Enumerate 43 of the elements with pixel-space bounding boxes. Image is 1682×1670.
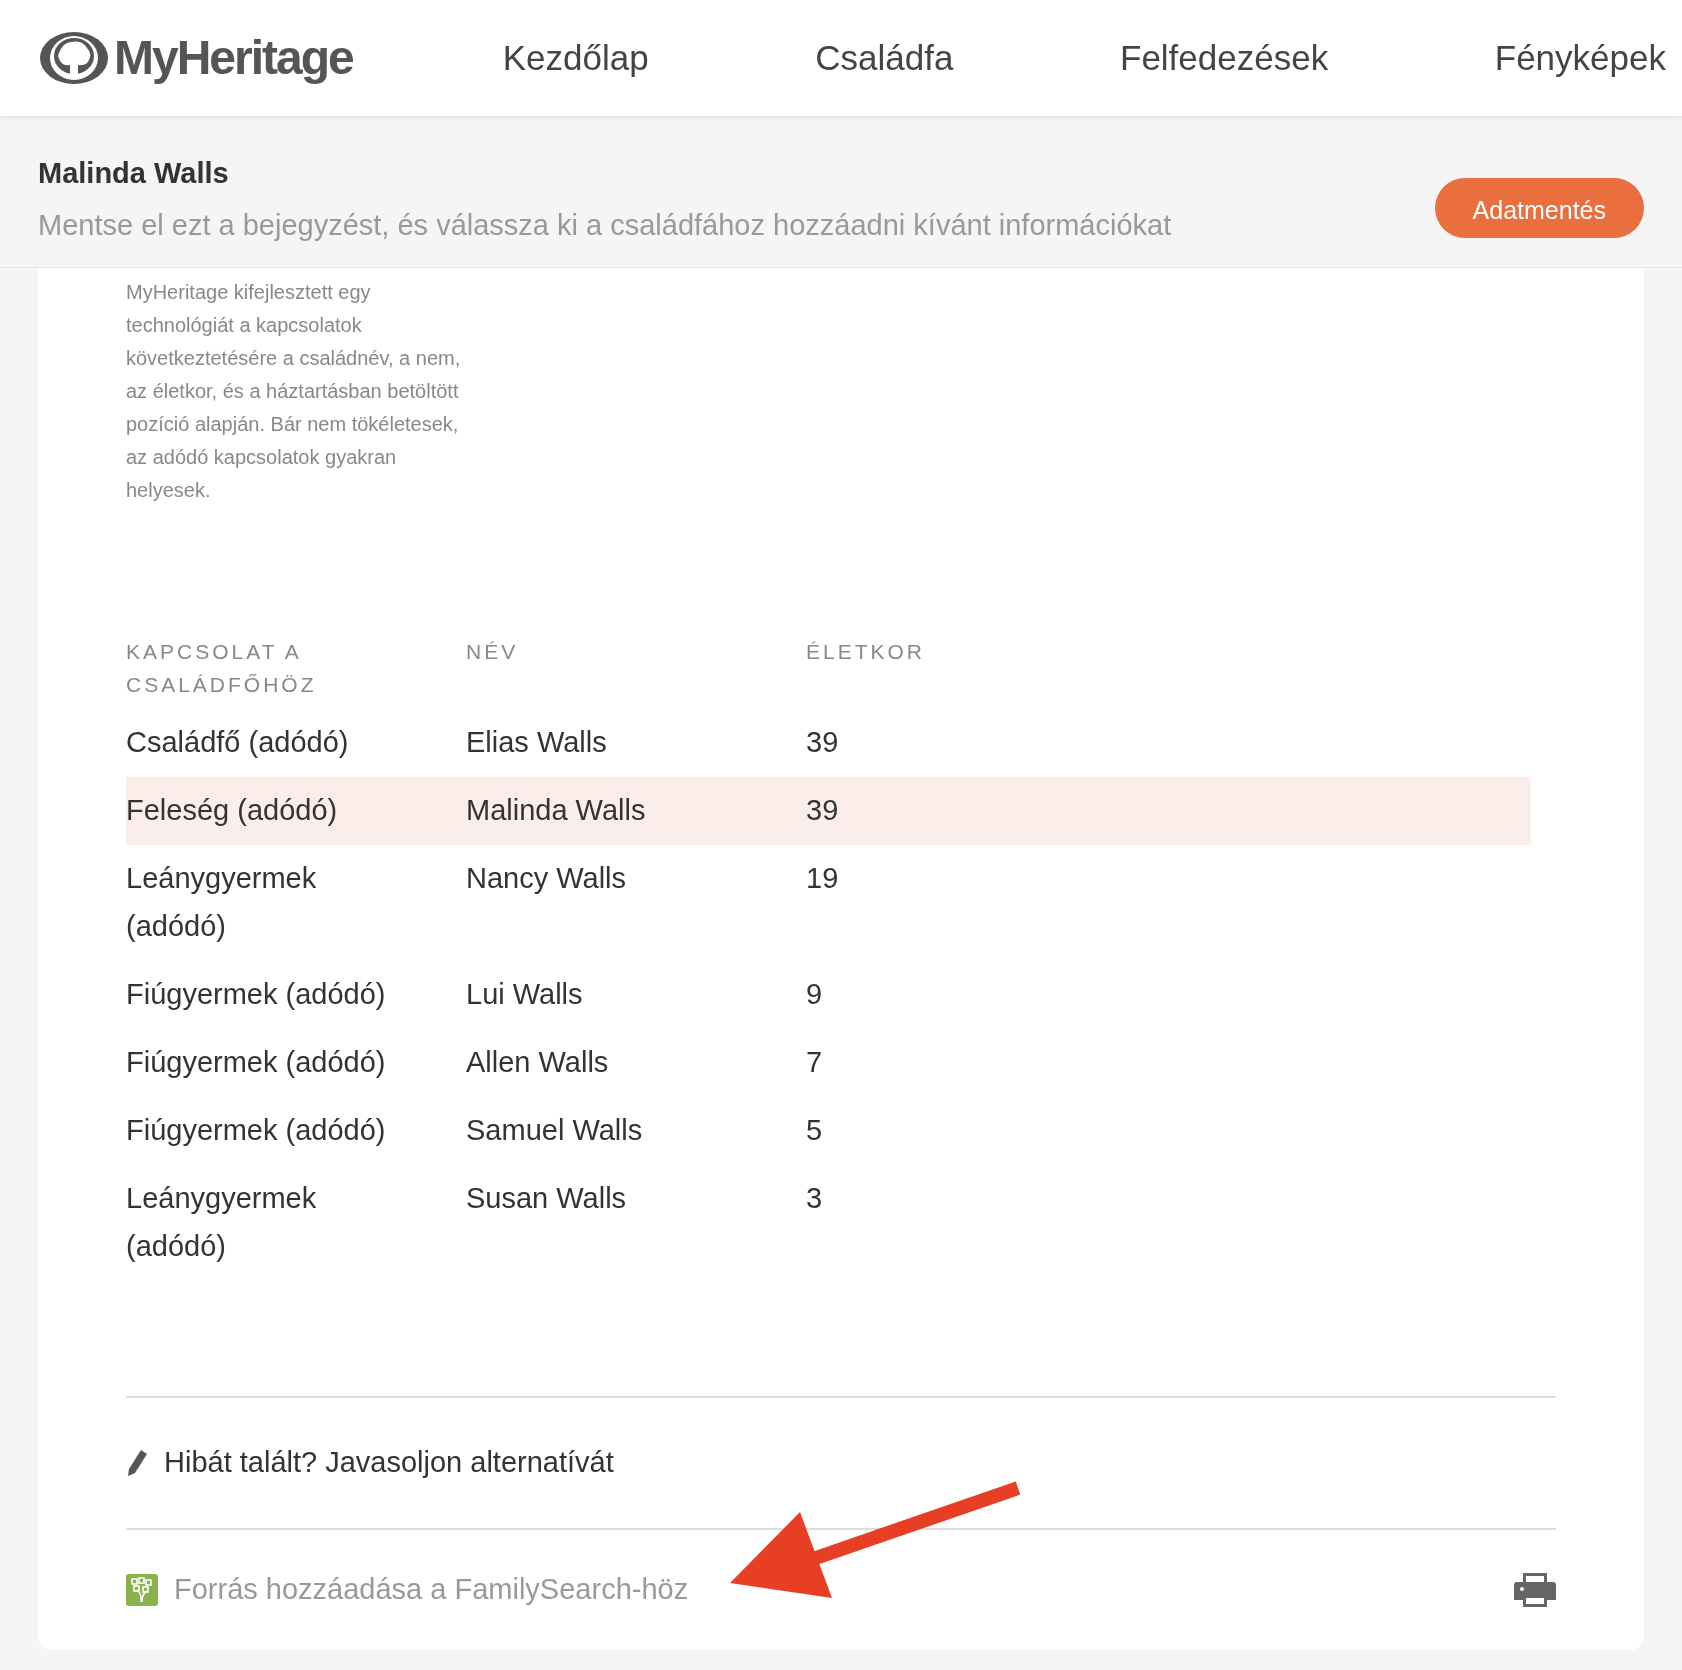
table-cell-text: Leánygyermek (adódó) [126, 1181, 318, 1264]
table-cell-text: Nancy Walls [466, 861, 628, 896]
table-cell-text: Malinda Walls [466, 793, 647, 828]
nav-link[interactable]: Családfa [815, 31, 954, 85]
table-cell-text: 9 [806, 977, 824, 1012]
table-cell-text: Leánygyermek (adódó) [126, 861, 318, 944]
table-cell-text: Feleség (adódó) [126, 793, 339, 828]
table-cell-text: 19 [806, 861, 840, 896]
table-cell-text: Elias Walls [466, 725, 608, 760]
table-row[interactable]: Leánygyermek (adódó) Nancy Walls 19 [126, 845, 1531, 961]
print-icon[interactable] [1514, 1572, 1556, 1608]
table-cell-text: Fiúgyermek (adódó) [126, 977, 387, 1012]
nav-link[interactable]: Felfedezések [1120, 31, 1329, 85]
tree-icon [126, 1574, 158, 1606]
table-cell-text: Susan Walls [466, 1181, 628, 1216]
table-cell-text: Allen Walls [466, 1045, 610, 1080]
suggest-link[interactable]: Hibát talált? Javasoljon alternatívát [164, 1441, 614, 1485]
table-cell-text: Fiúgyermek (adódó) [126, 1113, 387, 1148]
record-subtitle: Mentse el ezt a bejegyzést, és válassza ki a családfához hozzáadni kívánt információkat [38, 207, 1172, 243]
table-row[interactable]: Fiúgyermek (adódó) Lui Walls 9 [126, 961, 1531, 1029]
nav-link[interactable]: Kezdőlap [502, 31, 649, 85]
column-header: NÉV [466, 639, 520, 665]
table-cell-text: Lui Walls [466, 977, 584, 1012]
table-cell-text: 3 [806, 1181, 824, 1216]
table-cell-text: 39 [806, 793, 840, 828]
table-cell-text: 7 [806, 1045, 824, 1080]
highlighted-row[interactable]: Feleség (adódó) Malinda Walls 39 [126, 777, 1531, 845]
table-row[interactable]: Családfő (adódó) Elias Walls 39 [126, 709, 1531, 777]
table-cell-text: 5 [806, 1113, 824, 1148]
column-header: ÉLETKOR [806, 639, 927, 665]
table-row[interactable]: Fiúgyermek (adódó) Allen Walls 7 [126, 1029, 1531, 1097]
pencil-icon [126, 1449, 148, 1477]
nav-link[interactable]: Fényképek [1494, 31, 1666, 85]
column-header: KAPCSOLAT A CSALÁDFŐHÖZ [126, 639, 318, 698]
table-cell-text: 39 [806, 725, 840, 760]
table-cell-text: Fiúgyermek (adódó) [126, 1045, 387, 1080]
record-title: Malinda Walls [38, 156, 230, 191]
table-cell-text: Családfő (adódó) [126, 725, 350, 760]
table-cell-text: Samuel Walls [466, 1113, 644, 1148]
table-row[interactable]: Fiúgyermek (adódó) Samuel Walls 5 [126, 1097, 1531, 1165]
info-paragraph: MyHeritage kifejlesztett egy technológiát a kapcsolatok következtetésére a családnév, a nem, az életkor, és a háztartásban betöltött pozíció alapján. Bár nem tökéletesek, az adódó kapcsolatok gyakran helyesek. [126, 280, 462, 503]
logo-text: MyHeritage [114, 30, 353, 86]
table-row[interactable]: Leánygyermek (adódó) Susan Walls 3 [126, 1165, 1531, 1281]
